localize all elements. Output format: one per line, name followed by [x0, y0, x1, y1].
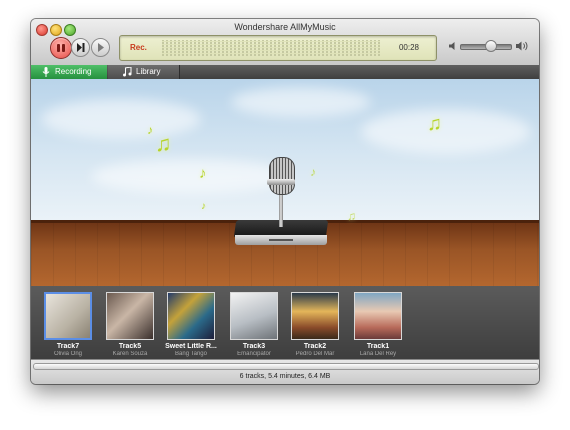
music-note-icon: ♫: [347, 209, 356, 223]
app-window: Wondershare AllMyMusic Rec. 00:28 Record…: [31, 19, 539, 384]
album-art: [230, 292, 278, 340]
album-art: [291, 292, 339, 340]
volume-low-icon: [449, 42, 455, 50]
microphone-icon: [42, 67, 50, 77]
window-title: Wondershare AllMyMusic: [234, 22, 336, 32]
album-art: [354, 292, 402, 340]
track-item[interactable]: Track3 Emancipator: [225, 292, 283, 357]
mode-tabs: Recording Library: [31, 65, 539, 79]
rec-indicator: Rec.: [130, 43, 147, 52]
track-item[interactable]: Track1 Lana Del Rey: [349, 292, 407, 357]
microphone-graphic: [233, 157, 329, 247]
status-summary: 6 tracks, 5.4 minutes, 6.4 MB: [239, 373, 331, 380]
music-notes-icon: ♫: [427, 113, 442, 135]
play-button[interactable]: [91, 38, 110, 57]
tab-recording-label: Recording: [55, 67, 92, 76]
title-bar: Wondershare AllMyMusic Rec. 00:28: [31, 19, 539, 66]
status-bar: 6 tracks, 5.4 minutes, 6.4 MB: [31, 359, 539, 384]
track-item[interactable]: Track5 Karen Souza: [101, 292, 159, 357]
track-artist: Lana Del Rey: [359, 351, 397, 357]
music-note-icon: ♪: [201, 201, 206, 212]
track-artist: Bang Tango: [175, 351, 207, 357]
recording-display: Rec. 00:28: [119, 35, 437, 61]
track-item[interactable]: Sweet Little R... Bang Tango: [162, 292, 220, 357]
track-item[interactable]: Track7 Olivia Ong: [39, 292, 97, 357]
recording-stage: ♪ ♫ ♪ ♪ ♫ ♪ ♫: [31, 79, 539, 286]
album-art: [106, 292, 154, 340]
stop-next-button[interactable]: [71, 38, 90, 57]
track-title: Track1: [366, 343, 390, 350]
track-title: Track3: [242, 343, 266, 350]
track-title: Track2: [303, 343, 327, 350]
skip-icon: [77, 43, 85, 52]
tab-recording[interactable]: Recording: [31, 65, 107, 79]
music-note-icon: ♪: [147, 123, 153, 137]
level-meter: [162, 40, 380, 56]
track-title: Track7: [56, 343, 80, 350]
volume-high-icon: [516, 41, 528, 51]
volume-slider-knob[interactable]: [485, 40, 497, 52]
track-title: Track5: [118, 343, 142, 350]
music-note-icon: [123, 67, 132, 77]
album-art: [44, 292, 92, 340]
tab-library[interactable]: Library: [108, 65, 180, 79]
microphone-icon: [269, 157, 295, 195]
track-title: Sweet Little R...: [165, 343, 217, 350]
track-item[interactable]: Track2 Pedro Del Mar: [286, 292, 344, 357]
pause-recording-button[interactable]: [50, 37, 72, 59]
play-icon: [98, 43, 104, 52]
music-notes-icon: ♫: [155, 131, 172, 156]
track-artist: Olivia Ong: [53, 351, 82, 357]
track-artist: Pedro Del Mar: [295, 351, 335, 357]
album-art: [167, 292, 215, 340]
track-artist: Karen Souza: [112, 351, 148, 357]
pause-icon: [57, 44, 60, 52]
elapsed-time: 00:28: [398, 43, 419, 52]
tab-library-label: Library: [136, 67, 161, 76]
horizontal-scrollbar[interactable]: [33, 363, 539, 370]
track-artist: Emancipator: [237, 351, 271, 357]
recorded-tracks-list: Track7 Olivia Ong Track5 Karen Souza Swe…: [31, 286, 539, 359]
music-note-icon: ♪: [199, 165, 207, 182]
